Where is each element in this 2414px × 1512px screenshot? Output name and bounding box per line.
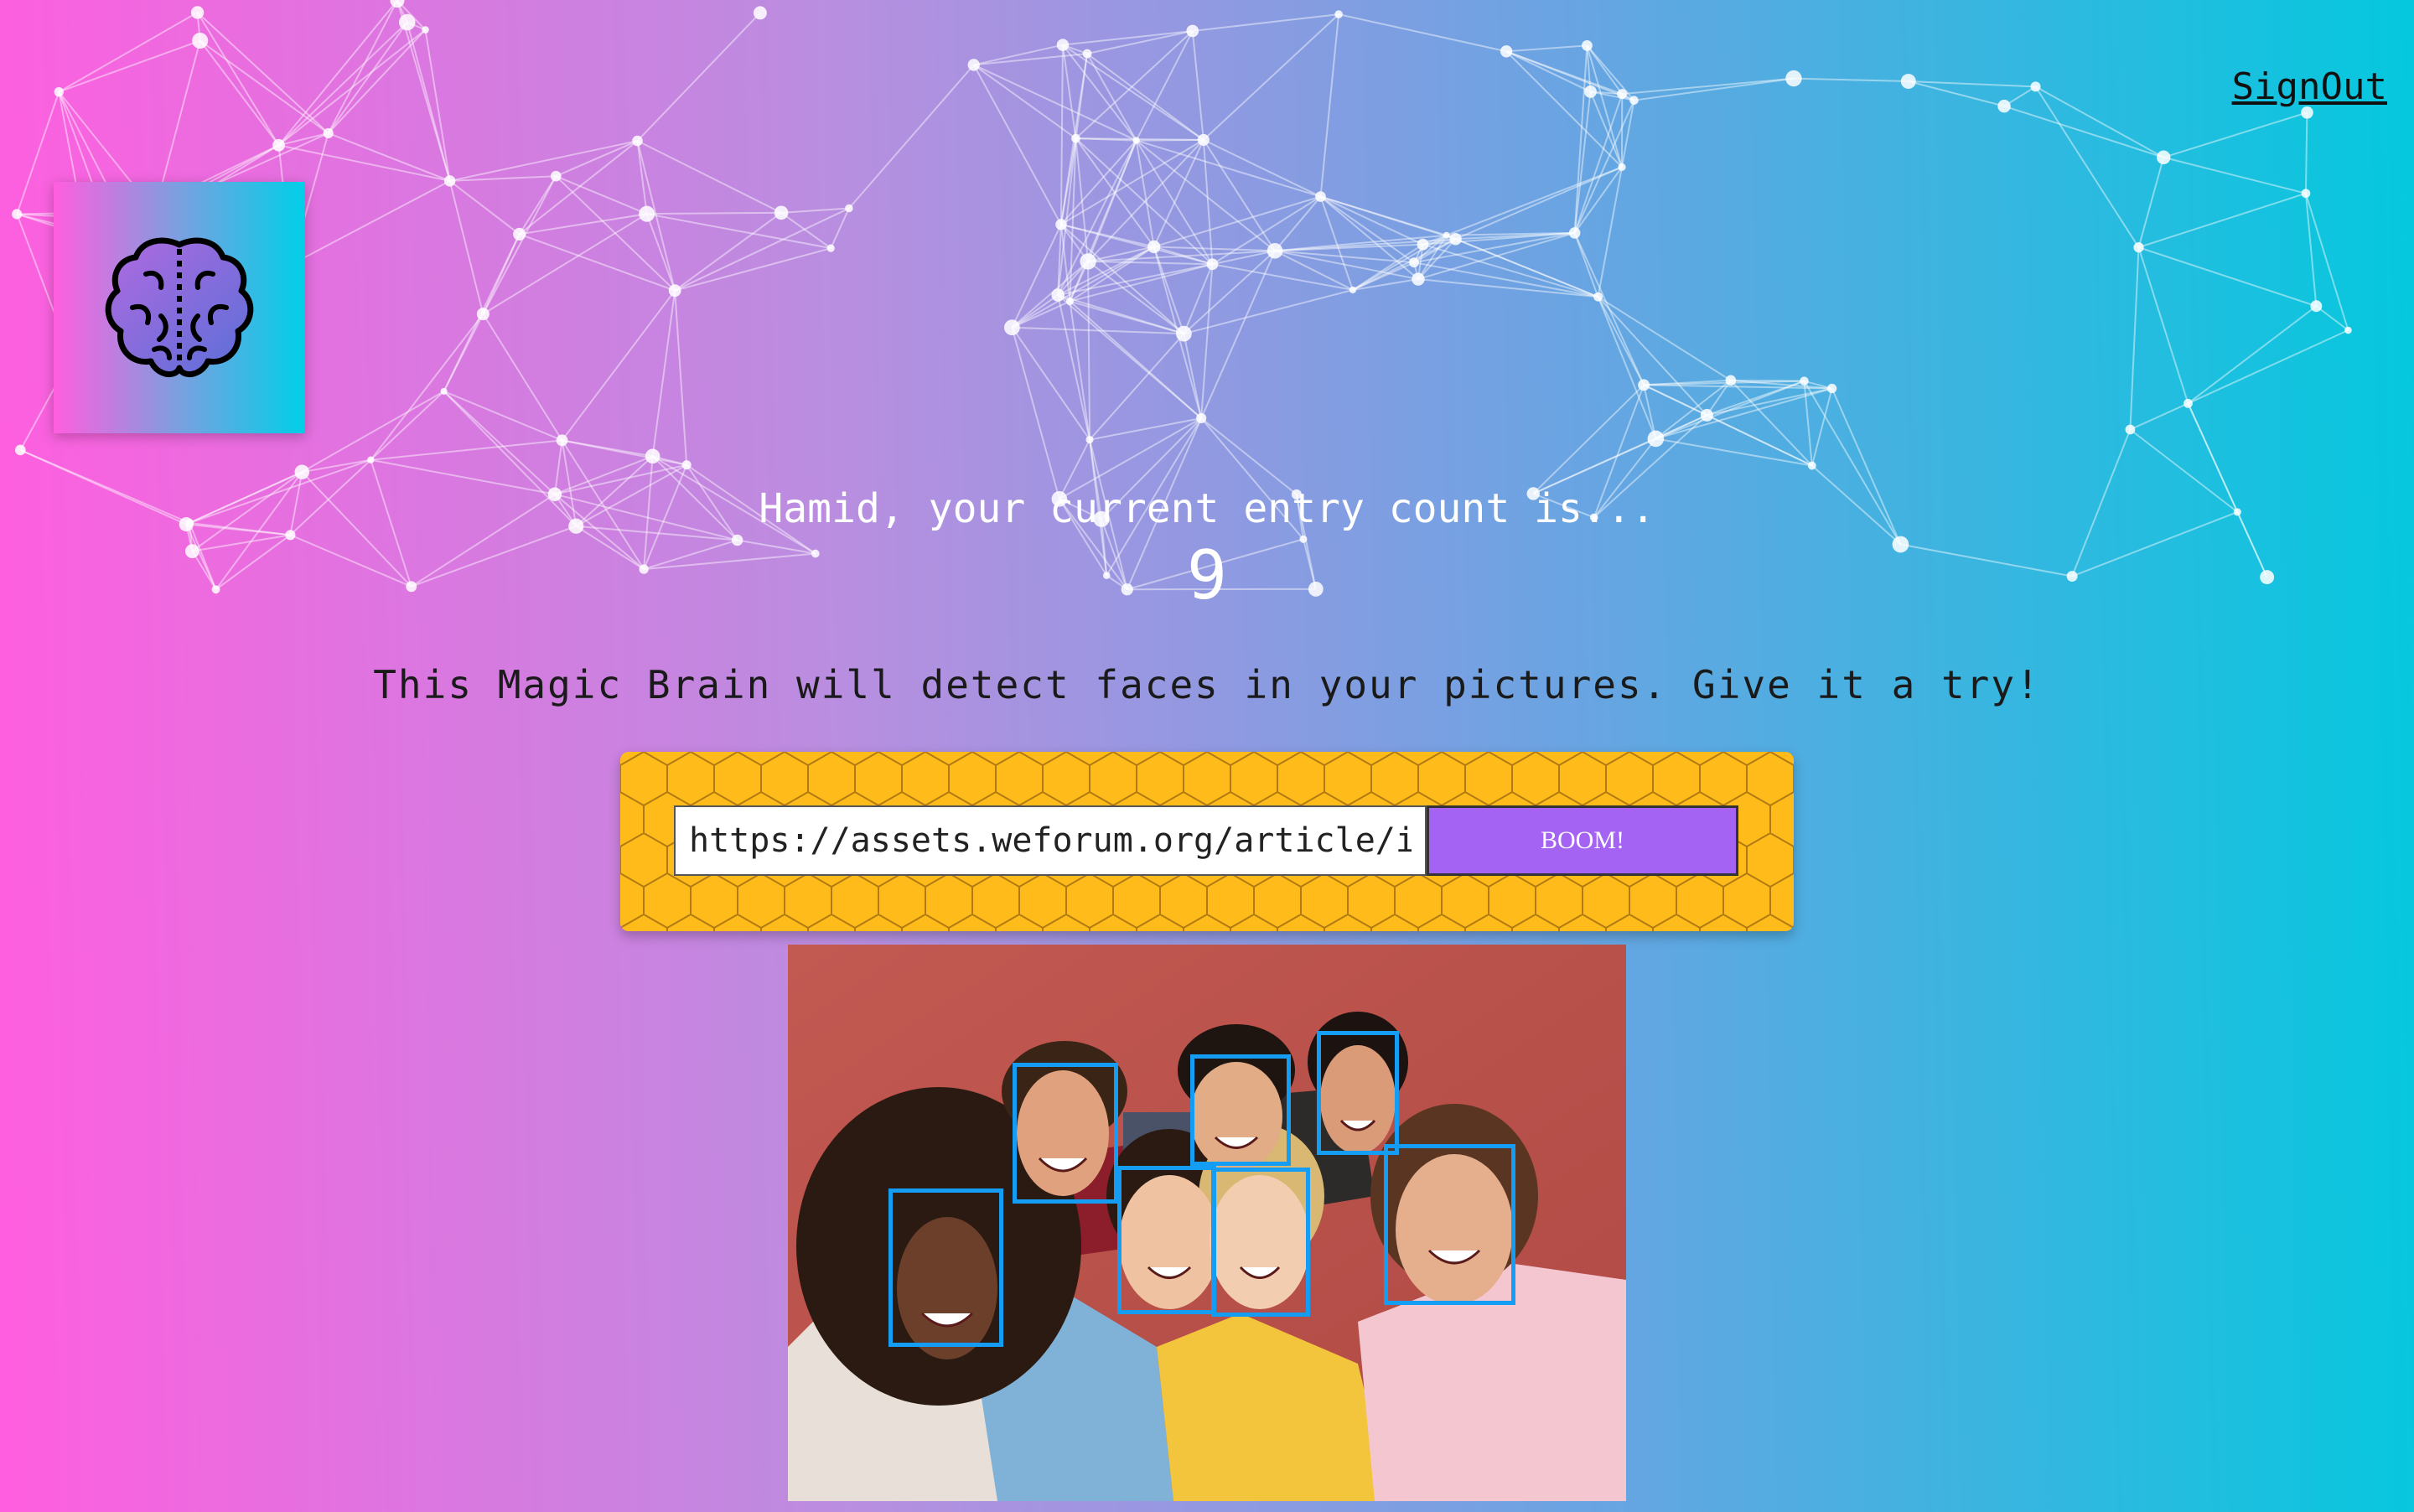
face-box	[888, 1188, 1003, 1347]
logo-tile[interactable]	[54, 182, 305, 433]
face-box	[1190, 1054, 1291, 1166]
result-image	[788, 945, 1626, 1501]
face-box	[1117, 1166, 1216, 1314]
boom-detect-button[interactable]: BOOM!	[1427, 805, 1738, 876]
brain-icon	[105, 237, 254, 377]
face-box	[1211, 1168, 1310, 1317]
face-box	[1013, 1063, 1118, 1204]
image-link-form: BOOM!	[620, 752, 1794, 931]
entry-count-value: 9	[1186, 536, 1228, 614]
face-box	[1384, 1144, 1515, 1305]
tagline-text: This Magic Brain will detect faces in yo…	[373, 662, 2041, 707]
image-url-input[interactable]	[674, 805, 1427, 876]
entry-count-panel: Hamid, your current entry count is... 9	[0, 482, 2414, 614]
signout-link[interactable]: SignOut	[2232, 65, 2387, 108]
entry-count-message: Hamid, your current entry count is...	[759, 485, 1655, 532]
face-box	[1317, 1031, 1399, 1155]
